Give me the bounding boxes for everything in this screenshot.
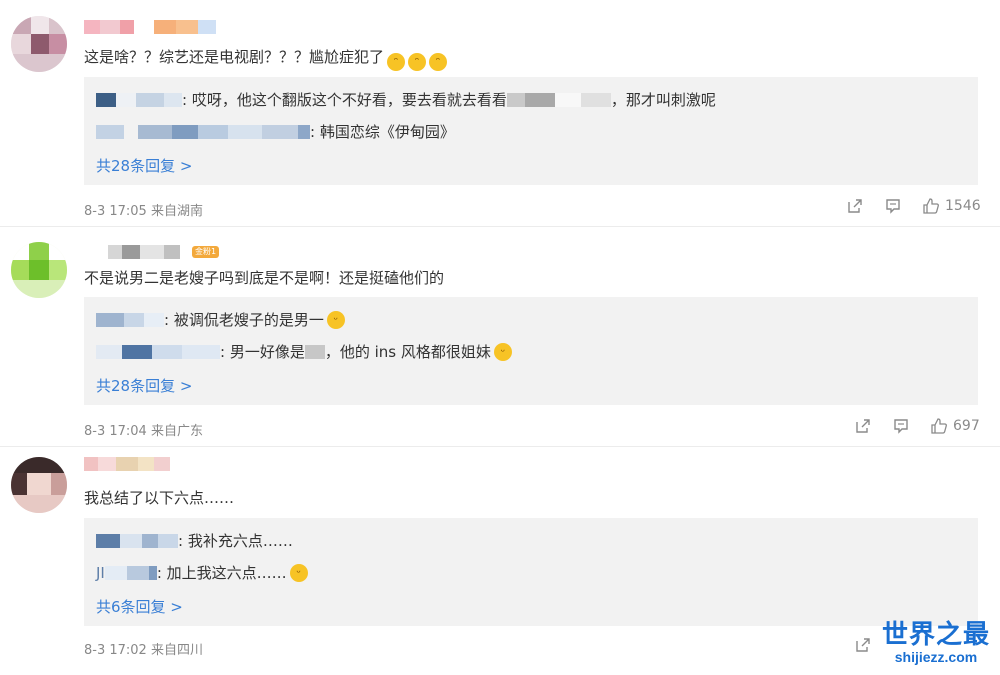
username-masked[interactable] [96, 312, 124, 327]
comment-icon[interactable] [885, 198, 901, 214]
reply-box: : 哎呀，他这个翻版这个不好看，要去看就去看看 ，那才叫刺激呢 : 韩国恋综《伊甸… [84, 77, 978, 185]
reply-text: : 我补充六点…… [178, 532, 293, 550]
username-masked[interactable] [84, 20, 216, 34]
reply-line: JI : 加上我这六点…… ᵕ [96, 562, 308, 583]
comment-text: 不是说男二是老嫂子吗到底是不是啊！还是挺磕他们的 [84, 269, 445, 287]
reply-box: : 我补充六点…… JI : 加上我这六点…… ᵕ 共6条回复 > [84, 518, 978, 626]
reply-line: : 我补充六点…… [96, 530, 293, 551]
fan-badge: 金粉1 [192, 246, 220, 258]
like-icon[interactable] [931, 418, 947, 434]
like-count: 1546 [945, 198, 981, 214]
reply-text: : 韩国恋综《伊甸园》 [310, 123, 455, 141]
action-bar: 697 [855, 418, 980, 434]
site-watermark: 世界之最 shijiezz.com [882, 614, 990, 665]
reply-line: : 被调侃老嫂子的是男一 ᵕ [96, 309, 345, 330]
comment-item: 我总结了以下六点…… : 我补充六点…… JI : 加上我这六点…… ᵕ 共6条回复… [0, 447, 1000, 675]
more-replies-link[interactable]: 共28条回复 > [96, 375, 192, 396]
action-bar: 1546 [847, 198, 981, 214]
reply-box: : 被调侃老嫂子的是男一 ᵕ : 男一好像是 ，他的 ins 风格都很姐妹 ᵕ 共28… [84, 297, 978, 405]
laugh-cry-emoji-icon: ᵕ [493, 342, 512, 361]
username-masked[interactable] [96, 344, 122, 359]
laugh-emoji-icon: ᵕ [326, 310, 345, 329]
like-icon[interactable] [923, 198, 939, 214]
comment-item: 金粉1 不是说男二是老嫂子吗到底是不是啊！还是挺磕他们的 : 被调侃老嫂子的是男… [0, 227, 1000, 447]
reply-text: : 男一好像是 [220, 343, 305, 361]
avatar[interactable] [11, 457, 67, 513]
comment-text: 这是啥？？综艺还是电视剧？？？尴尬症犯了 ᵔ ᵔ ᵔ [84, 46, 448, 71]
reply-text: ，那才叫刺激呢 [610, 91, 716, 109]
share-icon[interactable] [847, 198, 863, 214]
comment-meta: 8-3 17:05 来自湖南 [84, 204, 203, 219]
reply-line: : 韩国恋综《伊甸园》 [96, 121, 455, 142]
comment-meta: 8-3 17:02 来自四川 [84, 643, 203, 658]
comment-text: 我总结了以下六点…… [84, 489, 235, 507]
reply-text: ，他的 ins 风格都很姐妹 [324, 343, 491, 361]
username-masked[interactable] [96, 124, 124, 139]
emoji-icon: ᵔ [408, 53, 427, 71]
avatar[interactable] [11, 242, 67, 298]
comment-icon[interactable] [893, 418, 909, 434]
reply-line: : 哎呀，他这个翻版这个不好看，要去看就去看看 ，那才叫刺激呢 [96, 89, 716, 110]
reply-text: : 哎呀，他这个翻版这个不好看，要去看就去看看 [182, 91, 507, 109]
username-masked[interactable] [96, 533, 120, 548]
username-masked[interactable] [108, 245, 180, 259]
username-masked[interactable] [84, 457, 170, 471]
share-icon[interactable] [855, 637, 871, 653]
smirk-emoji-icon: ᵕ [289, 563, 308, 582]
emoji-icon: ᵔ [387, 53, 406, 71]
share-icon[interactable] [855, 418, 871, 434]
username-masked[interactable] [96, 92, 116, 107]
like-count: 697 [953, 418, 980, 434]
reply-username-prefix[interactable]: JI [96, 564, 105, 582]
reply-line: : 男一好像是 ，他的 ins 风格都很姐妹 ᵕ [96, 341, 512, 362]
comment-meta: 8-3 17:04 来自广东 [84, 424, 203, 439]
more-replies-link[interactable]: 共6条回复 > [96, 596, 183, 617]
watermark-logo: 世界之最 [881, 619, 990, 649]
avatar[interactable] [11, 16, 67, 72]
more-replies-link[interactable]: 共28条回复 > [96, 155, 192, 176]
reply-text: : 加上我这六点…… [156, 564, 287, 582]
emoji-icon: ᵔ [429, 53, 448, 71]
watermark-site: shijiezz.com [894, 649, 978, 665]
comment-item: 这是啥？？综艺还是电视剧？？？尴尬症犯了 ᵔ ᵔ ᵔ : 哎呀，他这个翻版这个不好看，… [0, 0, 1000, 225]
reply-text: : 被调侃老嫂子的是男一 [164, 311, 324, 329]
